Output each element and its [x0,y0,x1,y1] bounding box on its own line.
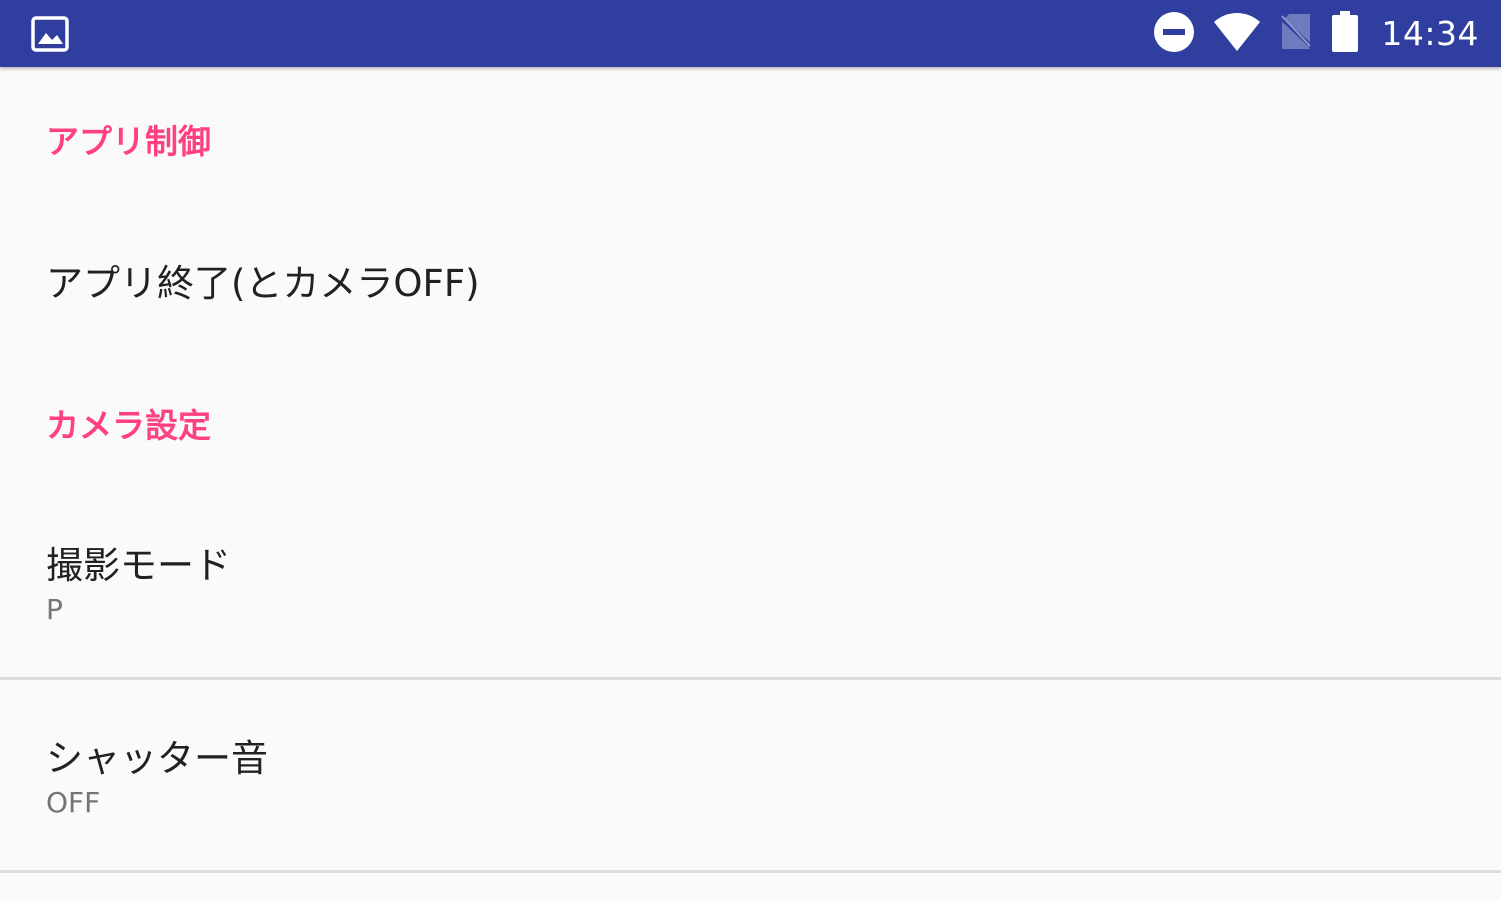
battery-icon [1331,10,1359,57]
status-bar: 14:34 [0,0,1501,67]
wifi-icon [1213,12,1261,56]
category-camera-settings: カメラ設定 [46,406,211,445]
pref-shooting-mode[interactable]: 撮影モード P [0,487,1501,677]
pref-summary: OFF [46,786,101,819]
category-app-control: アプリ制御 [46,122,211,161]
pref-app-exit[interactable]: アプリ終了(とカメラOFF) [0,207,1501,345]
pref-title: シャッター音 [46,737,268,780]
no-sim-icon [1279,13,1314,55]
pref-shutter-sound[interactable]: シャッター音 OFF [0,680,1501,870]
image-icon [31,16,69,52]
pref-title: 撮影モード [46,544,231,587]
status-time: 14:34 [1381,14,1479,53]
do-not-disturb-icon [1153,11,1195,57]
status-icons: 14:34 [1153,0,1479,67]
divider [0,870,1501,873]
preferences-list: アプリ制御 アプリ終了(とカメラOFF) カメラ設定 撮影モード P シャッター… [0,67,1501,900]
pref-title: アプリ終了(とカメラOFF) [46,262,480,305]
pref-summary: P [46,593,63,626]
